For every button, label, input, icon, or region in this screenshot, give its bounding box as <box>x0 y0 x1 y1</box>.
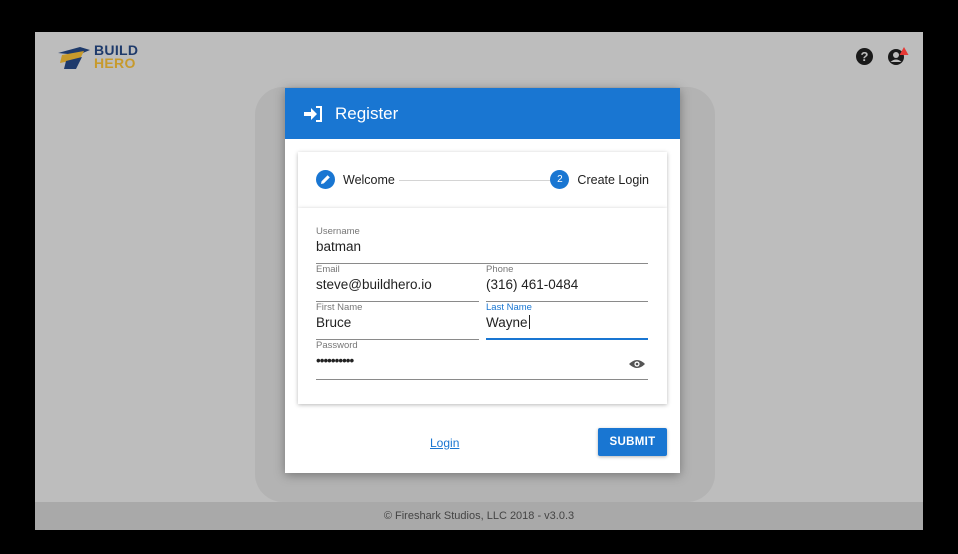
brand-name: BUILD HERO <box>94 43 138 71</box>
email-field[interactable]: Email steve@buildhero.io <box>316 264 479 302</box>
eye-icon[interactable] <box>628 358 646 370</box>
last-name-input-row[interactable]: Wayne <box>486 315 648 330</box>
step-connector <box>399 180 559 181</box>
login-icon <box>304 105 322 122</box>
login-link[interactable]: Login <box>430 436 459 450</box>
app-screen: BUILD HERO ? Register Welcome 2 Create L… <box>35 32 923 530</box>
footer: © Fireshark Studios, LLC 2018 - v3.0.3 <box>35 502 923 530</box>
first-name-field[interactable]: First Name Bruce <box>316 302 479 340</box>
username-input[interactable]: batman <box>316 239 648 254</box>
first-name-input[interactable]: Bruce <box>316 315 479 330</box>
password-field[interactable]: Password •••••••••• <box>316 340 648 380</box>
password-input[interactable]: •••••••••• <box>316 353 648 368</box>
step-label: Create Login <box>577 172 649 187</box>
phone-input[interactable]: (316) 461-0484 <box>486 277 648 292</box>
dialog-title: Register <box>335 103 399 123</box>
build-hero-logo-icon <box>58 47 90 69</box>
registration-form: Username batman Email steve@buildhero.io… <box>298 208 667 404</box>
field-label: Last Name <box>486 302 532 313</box>
last-name-field[interactable]: Last Name Wayne <box>486 302 648 340</box>
last-name-input[interactable]: Wayne <box>486 315 528 330</box>
top-bar-actions: ? <box>856 46 909 66</box>
field-label: First Name <box>316 302 363 313</box>
dialog-header: Register <box>285 88 680 139</box>
account-alert-icon[interactable] <box>887 46 909 66</box>
step-label: Welcome <box>343 172 395 187</box>
phone-field[interactable]: Phone (316) 461-0484 <box>486 264 648 302</box>
field-label: Email <box>316 264 340 275</box>
brand-logo[interactable]: BUILD HERO <box>56 43 138 71</box>
top-bar: BUILD HERO ? <box>35 32 923 84</box>
text-caret <box>528 315 530 329</box>
email-input[interactable]: steve@buildhero.io <box>316 277 479 292</box>
step-create-login[interactable]: 2 Create Login <box>550 170 649 189</box>
step-number: 2 <box>550 170 570 189</box>
submit-button[interactable]: SUBMIT <box>598 428 667 456</box>
register-dialog: Register Welcome 2 Create Login Username… <box>285 88 680 473</box>
step-welcome[interactable]: Welcome <box>316 170 395 189</box>
username-field[interactable]: Username batman <box>316 226 648 264</box>
help-icon[interactable]: ? <box>856 47 873 65</box>
field-underline <box>316 379 648 380</box>
pencil-icon <box>316 170 335 189</box>
field-label: Username <box>316 226 360 237</box>
brand-line-2: HERO <box>94 55 136 71</box>
stepper: Welcome 2 Create Login <box>298 152 667 208</box>
field-label: Phone <box>486 264 514 275</box>
field-label: Password <box>316 340 358 351</box>
